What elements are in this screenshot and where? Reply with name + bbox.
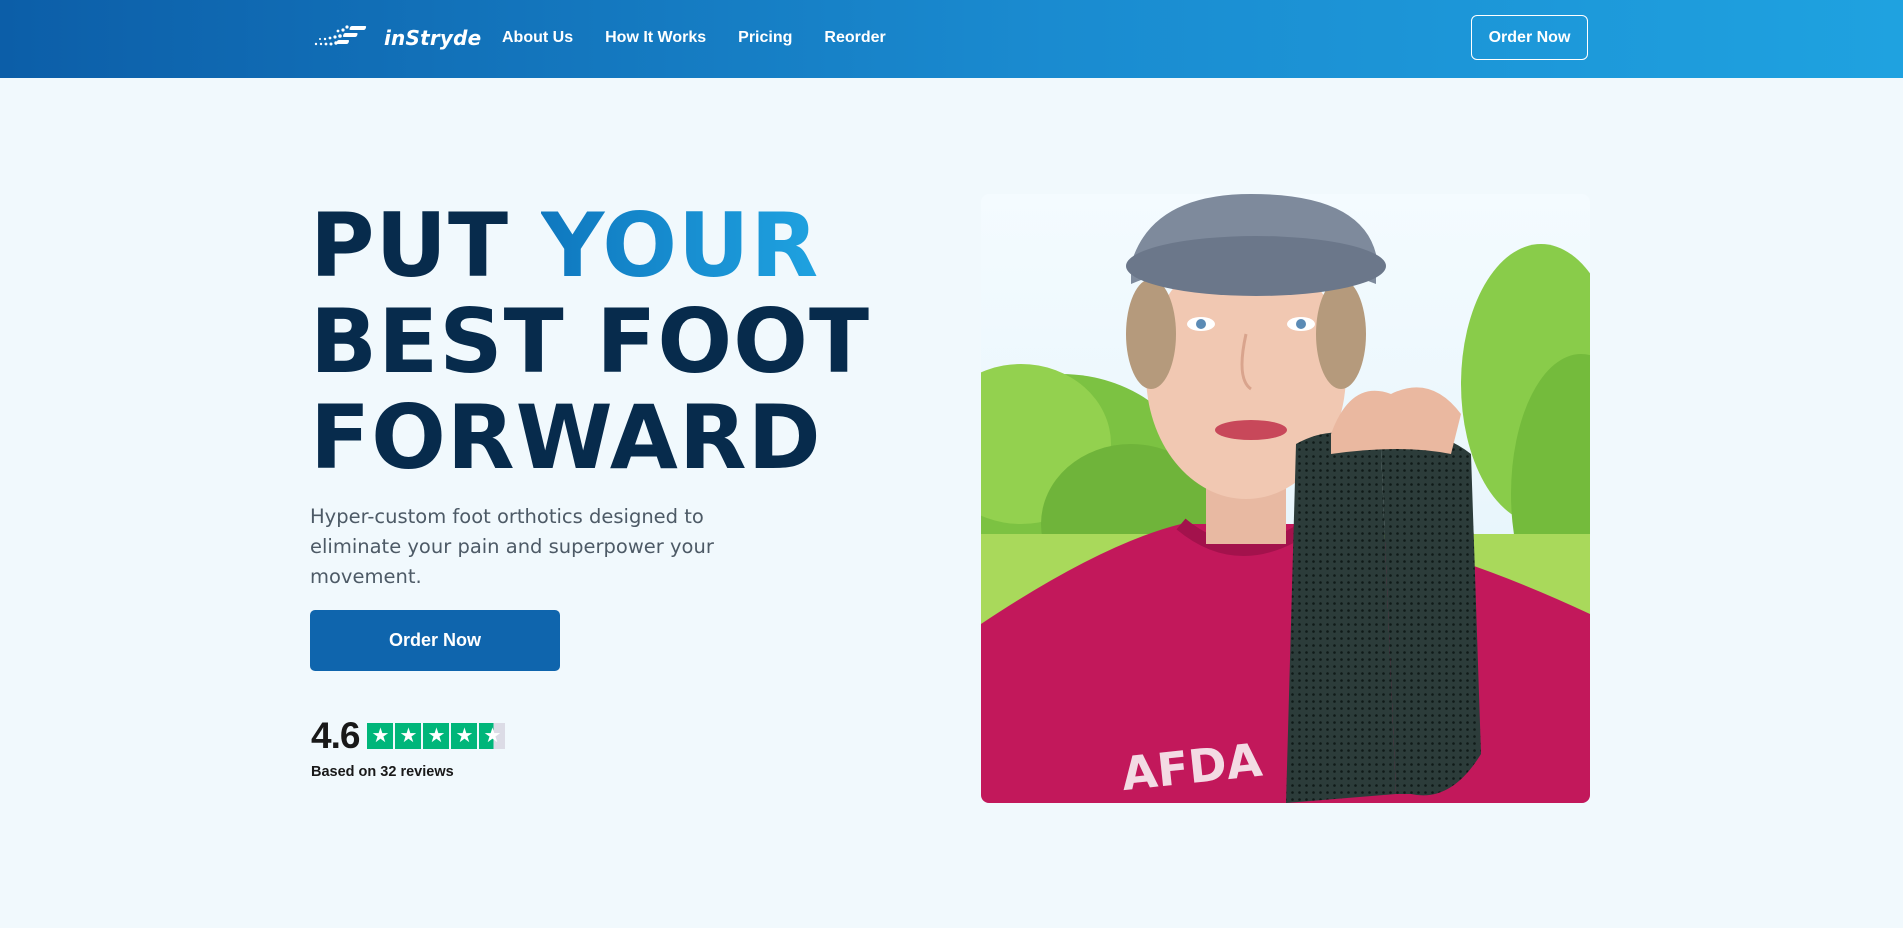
hero-headline: PUT YOUR BEST FOOT FORWARD bbox=[310, 198, 870, 486]
brand-logo-icon bbox=[314, 25, 367, 46]
review-rating-widget[interactable]: 4.6 ★ ★ ★ ★ ★ Based on 32 reviews bbox=[311, 715, 506, 780]
nav-link-pricing[interactable]: Pricing bbox=[738, 28, 792, 48]
brand-logo[interactable]: inStryde bbox=[312, 22, 481, 54]
star-icon: ★ bbox=[395, 723, 422, 749]
half-star-icon: ★ bbox=[479, 723, 506, 749]
nav-order-now-button[interactable]: Order Now bbox=[1471, 15, 1588, 60]
rating-score: 4.6 bbox=[311, 715, 360, 756]
main-nav: About Us How It Works Pricing Reorder bbox=[502, 28, 886, 48]
top-navbar: inStryde About Us How It Works Pricing R… bbox=[0, 0, 1903, 78]
brand-name: inStryde bbox=[384, 26, 482, 50]
headline-line-1: PUT YOUR bbox=[310, 198, 870, 294]
hero-photo-illustration: AFDA bbox=[981, 194, 1590, 803]
review-count: Based on 32 reviews bbox=[311, 764, 454, 780]
star-icon: ★ bbox=[367, 723, 394, 749]
headline-word-your: YOUR bbox=[540, 194, 820, 297]
rating-stars: ★ ★ ★ ★ ★ bbox=[367, 723, 506, 749]
headline-line-3: FORWARD bbox=[310, 386, 822, 489]
star-icon: ★ bbox=[423, 723, 450, 749]
nav-link-about-us[interactable]: About Us bbox=[502, 28, 573, 48]
star-icon: ★ bbox=[451, 723, 478, 749]
hero-subtitle: Hyper-custom foot orthotics designed to … bbox=[310, 505, 714, 588]
nav-link-how-it-works[interactable]: How It Works bbox=[605, 28, 706, 48]
nav-link-reorder[interactable]: Reorder bbox=[824, 28, 885, 48]
hero-order-now-button[interactable]: Order Now bbox=[310, 610, 560, 671]
headline-line-2: BEST FOOT bbox=[310, 290, 870, 393]
hero-photo: AFDA bbox=[981, 194, 1590, 803]
headline-word-put: PUT bbox=[310, 194, 541, 297]
rating-row: 4.6 ★ ★ ★ ★ ★ bbox=[311, 715, 506, 756]
